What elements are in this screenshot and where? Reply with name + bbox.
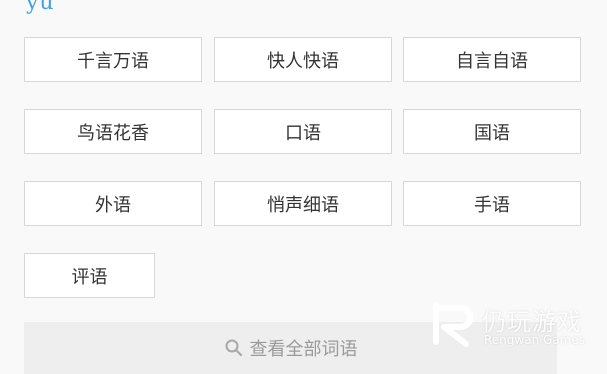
view-all-words-button[interactable]: 查看全部词语: [24, 322, 557, 374]
pinyin-heading: yu: [26, 0, 55, 15]
word-button-3[interactable]: 自言自语: [403, 37, 581, 82]
word-button-1[interactable]: 千言万语: [24, 37, 202, 82]
word-button-9[interactable]: 手语: [403, 181, 581, 226]
word-button-7[interactable]: 外语: [24, 181, 202, 226]
word-button-5[interactable]: 口语: [214, 109, 392, 154]
word-button-8[interactable]: 悄声细语: [214, 181, 392, 226]
search-icon: [225, 339, 242, 357]
word-button-10[interactable]: 评语: [24, 253, 155, 298]
view-all-label: 查看全部词语: [249, 339, 358, 360]
word-button-4[interactable]: 鸟语花香: [24, 109, 202, 154]
word-button-6[interactable]: 国语: [403, 109, 581, 154]
word-button-2[interactable]: 快人快语: [214, 37, 392, 82]
